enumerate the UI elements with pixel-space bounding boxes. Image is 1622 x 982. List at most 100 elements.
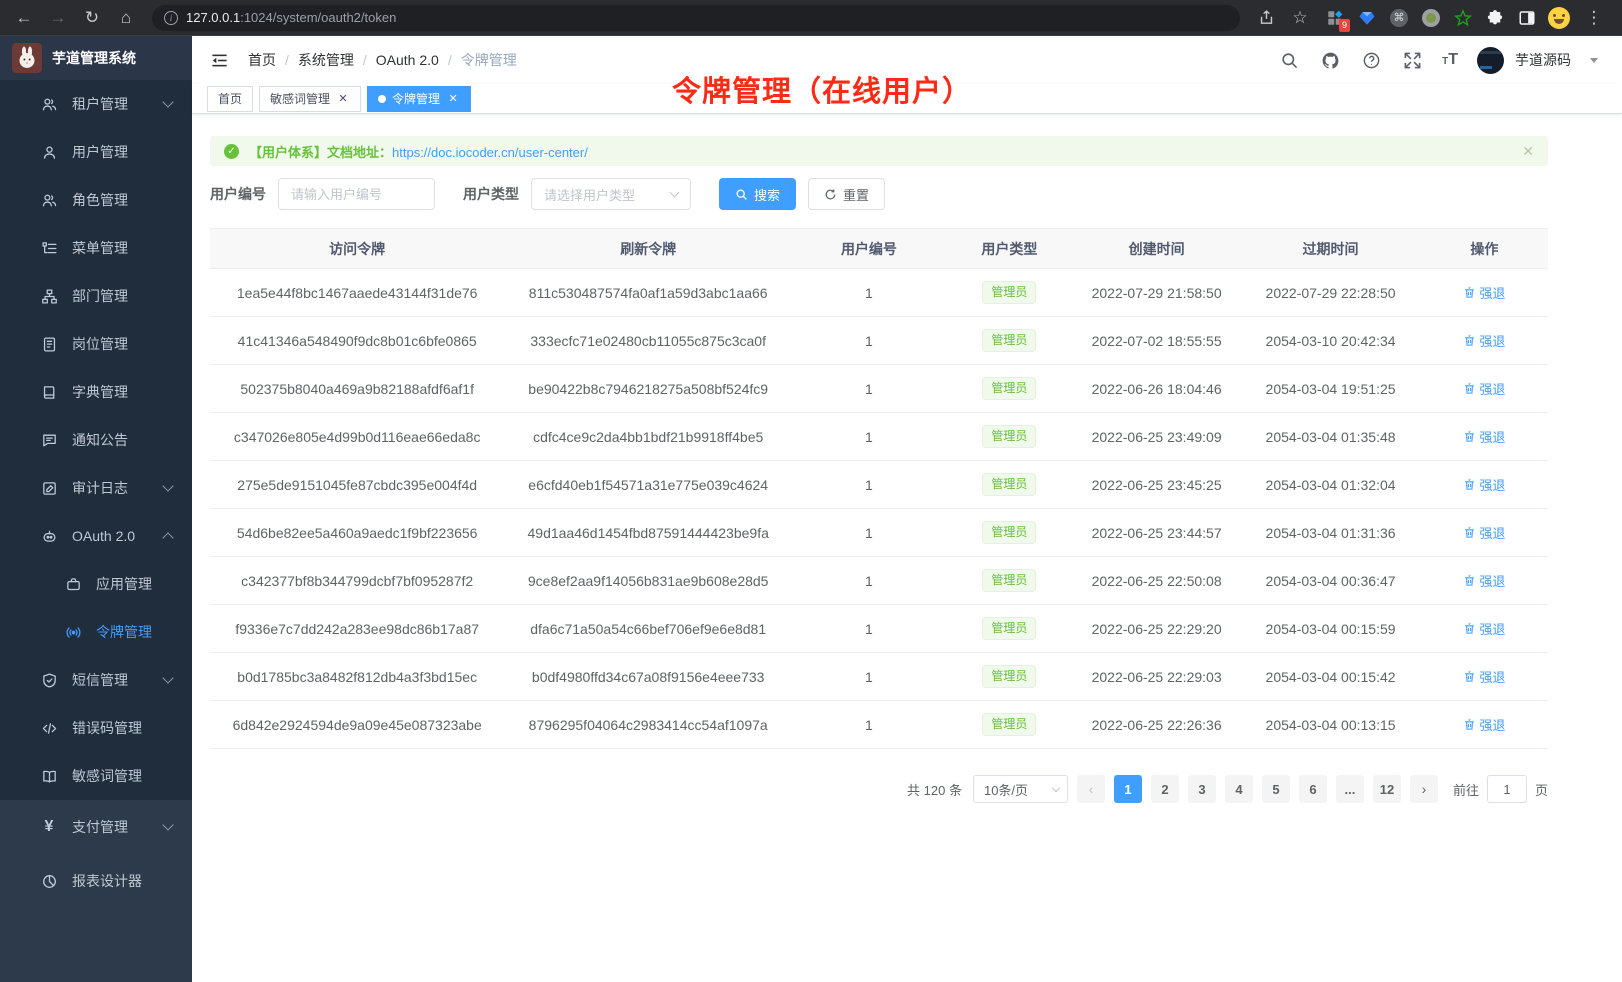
force-logout-button[interactable]: 强退 <box>1463 379 1505 398</box>
table-row: 6d842e2924594de9a09e45e087323abe8796295f… <box>210 701 1548 749</box>
search-button[interactable]: 搜索 <box>719 178 796 210</box>
tag-view-tab-令牌管理[interactable]: 令牌管理✕ <box>367 86 471 112</box>
ext-grid-icon[interactable]: 9 <box>1324 7 1346 29</box>
search-icon[interactable] <box>1278 49 1300 71</box>
user-id-input[interactable] <box>278 178 435 210</box>
sidebar-item-租户管理[interactable]: 租户管理 <box>0 80 192 128</box>
sidebar-menu: 租户管理用户管理角色管理菜单管理部门管理岗位管理字典管理通知公告审计日志OAut… <box>0 80 192 982</box>
ext-star-icon[interactable] <box>1452 7 1474 29</box>
ext-command-icon[interactable]: ⌘ <box>1388 7 1410 29</box>
breadcrumb-separator: / <box>448 52 452 68</box>
access-token-cell: 54d6be82ee5a460a9aedc1f9bf223656 <box>210 509 504 557</box>
tag-view-tab-首页[interactable]: 首页 <box>207 86 253 112</box>
tab-close-icon[interactable]: ✕ <box>446 92 460 106</box>
ext-dot-icon[interactable] <box>1420 7 1442 29</box>
tab-label: 首页 <box>218 90 242 107</box>
prev-page-button[interactable]: ‹ <box>1077 775 1105 803</box>
access-token-cell: c347026e805e4d99b0d116eae66eda8c <box>210 413 504 461</box>
sidebar-item-通知公告[interactable]: 通知公告 <box>0 416 192 464</box>
force-logout-button[interactable]: 强退 <box>1463 715 1505 734</box>
force-logout-button[interactable]: 强退 <box>1463 475 1505 494</box>
created-cell: 2022-06-25 22:29:03 <box>1073 653 1240 701</box>
browser-home-icon[interactable]: ⌂ <box>112 4 140 32</box>
force-logout-button[interactable]: 强退 <box>1463 667 1505 686</box>
browser-reload-icon[interactable]: ↻ <box>78 4 106 32</box>
site-info-icon[interactable]: i <box>164 11 178 25</box>
bookmark-star-icon[interactable]: ☆ <box>1286 4 1314 32</box>
page-button-2[interactable]: 2 <box>1151 775 1179 803</box>
sidebar-item-角色管理[interactable]: 角色管理 <box>0 176 192 224</box>
collapse-sidebar-icon[interactable] <box>206 47 232 73</box>
user-type-badge: 管理员 <box>982 473 1036 495</box>
profile-avatar[interactable] <box>1548 7 1570 29</box>
user-type-select[interactable]: 请选择用户类型 <box>531 178 691 210</box>
briefcase-icon <box>64 575 82 593</box>
page-button-1[interactable]: 1 <box>1114 775 1142 803</box>
sidebar-item-支付管理[interactable]: ¥支付管理 <box>0 800 192 854</box>
force-logout-button[interactable]: 强退 <box>1463 619 1505 638</box>
extensions-area: 9 ⌘ ⋮ <box>1320 4 1612 32</box>
browser-forward-icon[interactable]: → <box>44 4 72 32</box>
user-name[interactable]: 芋道源码 <box>1515 50 1571 70</box>
sidebar-item-应用管理[interactable]: 应用管理 <box>0 560 192 608</box>
user-type-label: 用户类型 <box>463 184 519 204</box>
help-icon[interactable] <box>1360 49 1382 71</box>
sidebar-item-敏感词管理[interactable]: 敏感词管理 <box>0 752 192 800</box>
share-icon[interactable] <box>1252 4 1280 32</box>
sidebar-item-错误码管理[interactable]: 错误码管理 <box>0 704 192 752</box>
ext-gem-icon[interactable] <box>1356 7 1378 29</box>
reset-button[interactable]: 重置 <box>808 178 885 210</box>
user-avatar[interactable] <box>1477 47 1504 74</box>
sidebar-item-报表设计器[interactable]: 报表设计器 <box>0 854 192 908</box>
sidebar-item-部门管理[interactable]: 部门管理 <box>0 272 192 320</box>
sidebar-item-字典管理[interactable]: 字典管理 <box>0 368 192 416</box>
alert-close-icon[interactable]: ✕ <box>1522 143 1534 160</box>
sidebar-item-岗位管理[interactable]: 岗位管理 <box>0 320 192 368</box>
breadcrumb-item[interactable]: OAuth 2.0 <box>376 52 439 68</box>
force-logout-button[interactable]: 强退 <box>1463 331 1505 350</box>
fullscreen-icon[interactable] <box>1401 49 1423 71</box>
goto-page-input[interactable] <box>1487 775 1527 803</box>
force-logout-button[interactable]: 强退 <box>1463 523 1505 542</box>
created-cell: 2022-06-26 18:04:46 <box>1073 365 1240 413</box>
tags-view: 首页敏感词管理✕令牌管理✕ <box>192 84 1622 114</box>
page-button-3[interactable]: 3 <box>1188 775 1216 803</box>
sidebar-item-OAuth 2.0[interactable]: OAuth 2.0 <box>0 512 192 560</box>
font-size-icon[interactable]: TT <box>1442 51 1458 69</box>
idbadge-icon <box>40 335 58 353</box>
force-logout-button[interactable]: 强退 <box>1463 283 1505 302</box>
page-button-5[interactable]: 5 <box>1262 775 1290 803</box>
breadcrumb-item[interactable]: 首页 <box>248 50 276 70</box>
page-button-6[interactable]: 6 <box>1299 775 1327 803</box>
page-button-12[interactable]: 12 <box>1373 775 1401 803</box>
app-logo[interactable]: 芋道管理系统 <box>0 36 192 80</box>
doc-link[interactable]: https://doc.iocoder.cn/user-center/ <box>392 145 588 160</box>
tab-close-icon[interactable]: ✕ <box>336 92 350 106</box>
sidebar-item-审计日志[interactable]: 审计日志 <box>0 464 192 512</box>
sidebar-item-令牌管理[interactable]: 令牌管理 <box>0 608 192 656</box>
ext-puzzle-icon[interactable] <box>1484 7 1506 29</box>
breadcrumb-item[interactable]: 系统管理 <box>298 50 354 70</box>
page-button-4[interactable]: 4 <box>1225 775 1253 803</box>
sidebar-item-用户管理[interactable]: 用户管理 <box>0 128 192 176</box>
user-type-cell: 管理员 <box>946 701 1073 749</box>
browser-menu-icon[interactable]: ⋮ <box>1580 4 1608 32</box>
ext-sidepanel-icon[interactable] <box>1516 7 1538 29</box>
user-type-badge: 管理员 <box>982 713 1036 735</box>
table-row: 41c41346a548490f9dc8b01c6bfe0865333ecfc7… <box>210 317 1548 365</box>
sidebar-item-菜单管理[interactable]: 菜单管理 <box>0 224 192 272</box>
address-bar[interactable]: i 127.0.0.1:1024/system/oauth2/token <box>152 5 1240 31</box>
force-logout-button[interactable]: 强退 <box>1463 427 1505 446</box>
next-page-button[interactable]: › <box>1410 775 1438 803</box>
breadcrumb-separator: / <box>363 52 367 68</box>
page-size-select[interactable]: 10条/页 <box>973 775 1068 803</box>
user-menu-caret-icon[interactable] <box>1590 58 1598 67</box>
tag-view-tab-敏感词管理[interactable]: 敏感词管理✕ <box>259 86 361 112</box>
force-logout-button[interactable]: 强退 <box>1463 571 1505 590</box>
created-cell: 2022-07-29 21:58:50 <box>1073 269 1240 317</box>
github-icon[interactable] <box>1319 49 1341 71</box>
browser-back-icon[interactable]: ← <box>10 4 38 32</box>
page-ellipsis-button[interactable]: ... <box>1336 775 1364 803</box>
column-header: 访问令牌 <box>210 229 504 269</box>
sidebar-item-短信管理[interactable]: 短信管理 <box>0 656 192 704</box>
